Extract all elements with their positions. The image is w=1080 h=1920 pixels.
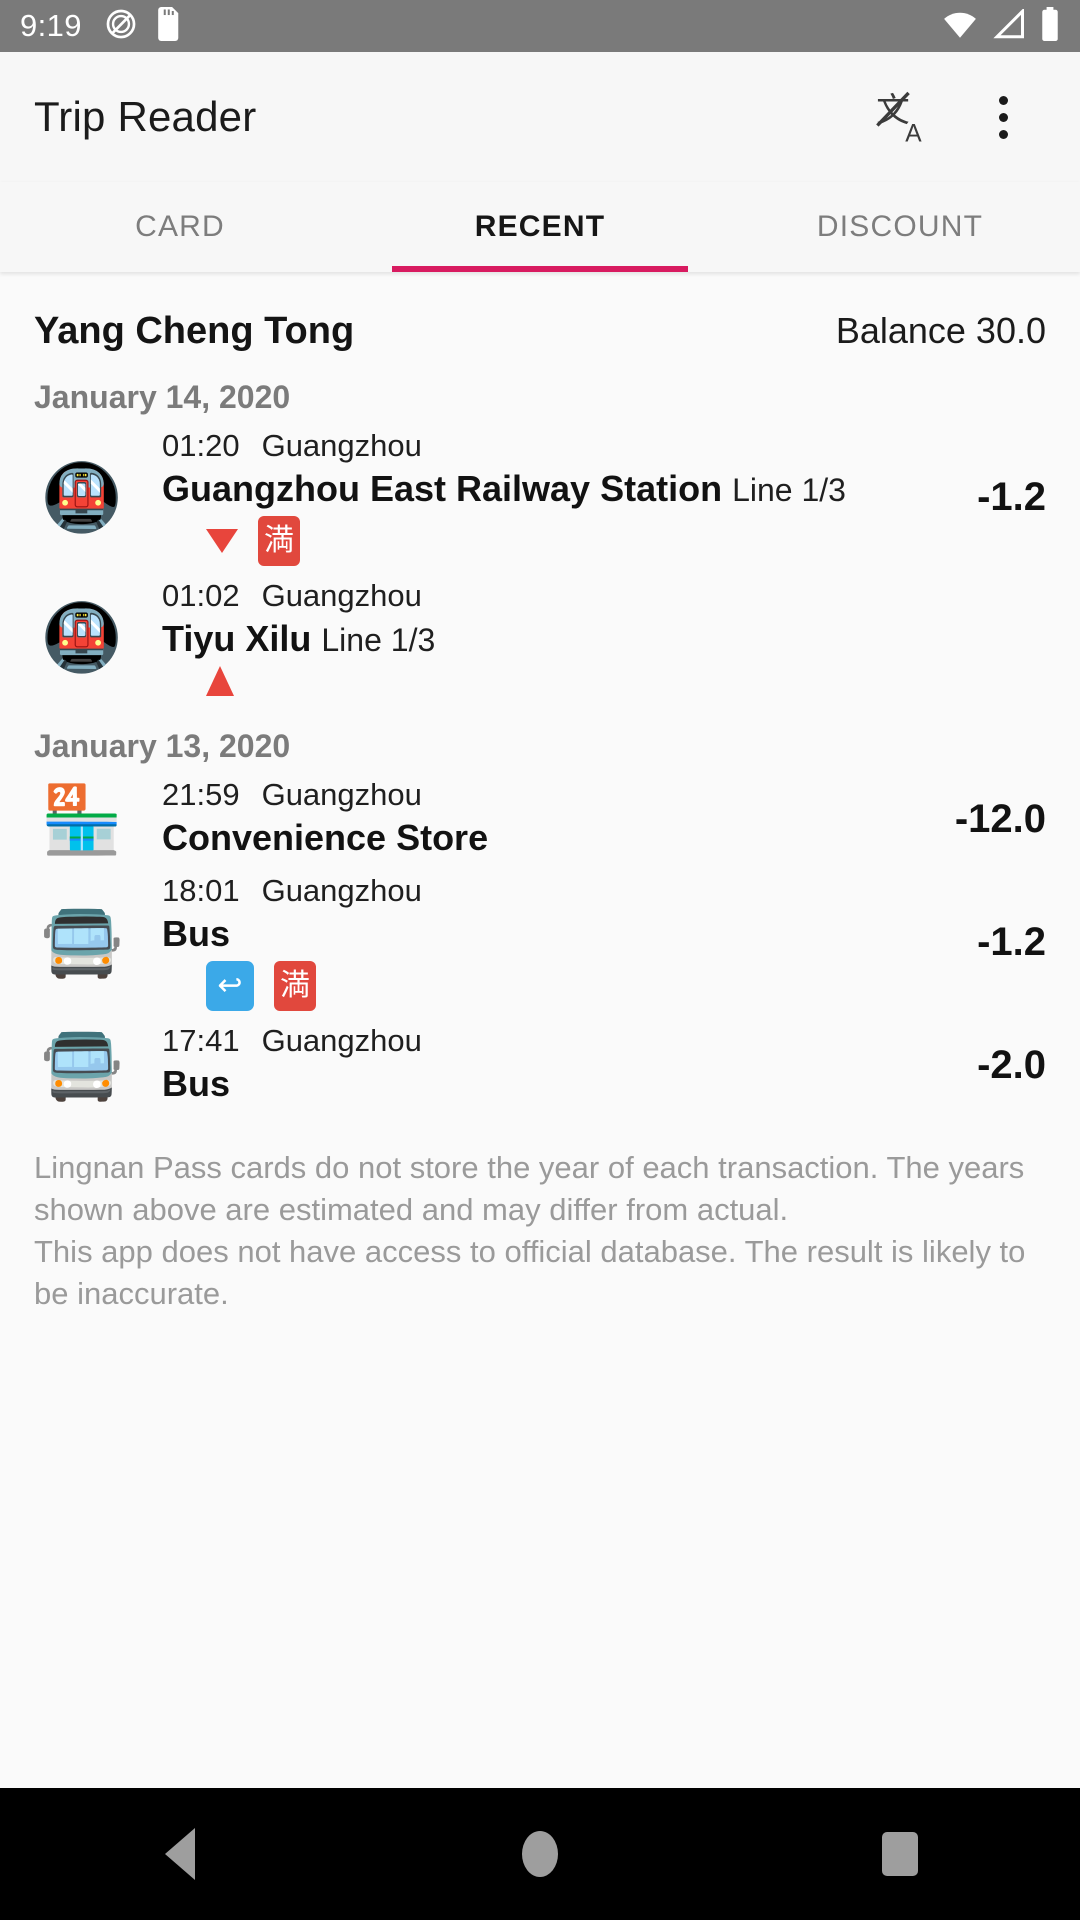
transaction-details: 17:41 Guangzhou Bus bbox=[130, 1023, 977, 1105]
transaction-amount: -2.0 bbox=[977, 1042, 1046, 1087]
transaction-badges: 満 bbox=[162, 516, 961, 566]
transaction-time: 01:20 bbox=[162, 428, 240, 463]
transaction-details: 01:20 Guangzhou Guangzhou East Railway Sta… bbox=[130, 428, 977, 566]
full-fare-badge: 満 bbox=[258, 516, 300, 566]
app-bar: Trip Reader 文 A bbox=[0, 52, 1080, 182]
transaction-amount: -1.2 bbox=[977, 474, 1046, 519]
transaction-title: Convenience Store bbox=[162, 817, 489, 858]
transaction-time-location: 01:20 Guangzhou bbox=[162, 428, 961, 464]
svg-text:A: A bbox=[905, 121, 922, 146]
transaction-name-line: Bus bbox=[162, 913, 961, 955]
transaction-details: 01:02 Guangzhou Tiyu Xilu Line 1/3 bbox=[130, 578, 1016, 696]
phone-screen: 9:19 Trip Reader A CARD RECENT DISCOUNT … bbox=[0, 0, 1080, 1920]
home-circle-icon bbox=[522, 1831, 558, 1877]
card-summary: Yang Cheng Tong Balance 30.0 bbox=[0, 272, 1080, 353]
transaction-section: January 13, 2020 🏪 21:59 Guangzhou Convenien… bbox=[0, 702, 1080, 1113]
recents-button[interactable] bbox=[825, 1788, 975, 1920]
card-balance: Balance 30.0 bbox=[835, 310, 1046, 351]
transaction-time: 21:59 bbox=[162, 777, 240, 812]
transaction-city: Guangzhou bbox=[261, 1023, 422, 1058]
wifi-icon bbox=[942, 9, 978, 44]
transaction-badges: ↩ 満 bbox=[162, 961, 961, 1011]
disclaimer-line-1: Lingnan Pass cards do not store the year… bbox=[34, 1150, 1025, 1228]
transaction-name-line: Bus bbox=[162, 1063, 961, 1105]
transaction-row[interactable]: 🚇 01:02 Guangzhou Tiyu Xilu Line 1/3 bbox=[0, 572, 1080, 702]
status-bar-system-icons bbox=[942, 6, 1060, 46]
transaction-title: Tiyu Xilu bbox=[162, 618, 312, 659]
transaction-city: Guangzhou bbox=[261, 578, 422, 613]
battery-icon bbox=[1040, 6, 1060, 46]
transaction-amount: -12.0 bbox=[954, 796, 1046, 841]
exit-arrow-icon bbox=[206, 529, 238, 553]
transaction-time-location: 18:01 Guangzhou bbox=[162, 873, 961, 909]
tab-bar: CARD RECENT DISCOUNT bbox=[0, 182, 1080, 272]
transaction-details: 18:01 Guangzhou Bus ↩ 満 bbox=[130, 873, 977, 1011]
back-button[interactable] bbox=[105, 1788, 255, 1920]
transaction-name-line: Convenience Store bbox=[162, 817, 939, 859]
android-navigation-bar bbox=[0, 1788, 1080, 1920]
app-bar-actions: 文 A bbox=[872, 86, 1046, 148]
transaction-sections: January 14, 2020 🚇 01:20 Guangzhou Guangzhou… bbox=[0, 353, 1080, 1113]
transaction-time-location: 21:59 Guangzhou bbox=[162, 777, 939, 813]
tab-recent[interactable]: RECENT bbox=[360, 182, 720, 272]
status-bar-clock: 9:19 bbox=[20, 8, 82, 43]
transaction-name-line: Tiyu Xilu Line 1/3 bbox=[162, 618, 1000, 660]
bus-icon: 🚍 bbox=[40, 905, 124, 979]
recent-transactions-list[interactable]: Yang Cheng Tong Balance 30.0 January 14,… bbox=[0, 272, 1080, 1788]
tab-card[interactable]: CARD bbox=[0, 182, 360, 272]
transaction-time-location: 17:41 Guangzhou bbox=[162, 1023, 961, 1059]
status-bar-notification-icons bbox=[104, 6, 182, 46]
transaction-amount: -1.2 bbox=[977, 919, 1046, 964]
metro-icon: 🚇 bbox=[40, 460, 124, 534]
home-button[interactable] bbox=[465, 1788, 615, 1920]
metro-icon: 🚇 bbox=[40, 600, 124, 674]
translate-icon[interactable]: 文 A bbox=[872, 86, 934, 148]
transaction-badges bbox=[162, 666, 1000, 696]
tab-discount[interactable]: DISCOUNT bbox=[720, 182, 1080, 272]
transaction-name-line: Guangzhou East Railway Station Line 1/3 bbox=[162, 468, 961, 510]
disclaimer-line-2: This app does not have access to officia… bbox=[34, 1234, 1026, 1312]
transaction-row[interactable]: 🏪 21:59 Guangzhou Convenience Store -12.0 bbox=[0, 771, 1080, 867]
no-sound-icon bbox=[104, 7, 138, 46]
date-header: January 14, 2020 bbox=[34, 379, 291, 415]
back-triangle-icon bbox=[165, 1828, 195, 1880]
page-title: Trip Reader bbox=[34, 93, 257, 140]
recents-square-icon bbox=[882, 1832, 918, 1876]
transaction-line-label: Line 1/3 bbox=[321, 622, 436, 658]
card-name: Yang Cheng Tong bbox=[34, 310, 355, 352]
transaction-time-location: 01:02 Guangzhou bbox=[162, 578, 1000, 614]
full-fare-badge: 満 bbox=[274, 961, 316, 1011]
bus-icon: 🚍 bbox=[40, 1028, 124, 1102]
transaction-title: Bus bbox=[162, 1063, 231, 1104]
overflow-dots bbox=[998, 95, 1008, 139]
transaction-time: 18:01 bbox=[162, 873, 240, 908]
transaction-city: Guangzhou bbox=[261, 777, 422, 812]
transfer-badge: ↩ bbox=[206, 961, 254, 1011]
entry-arrow-icon bbox=[206, 666, 234, 696]
cell-signal-icon bbox=[992, 7, 1026, 44]
transaction-time: 17:41 bbox=[162, 1023, 240, 1058]
transaction-title: Guangzhou East Railway Station bbox=[162, 468, 723, 509]
transaction-details: 21:59 Guangzhou Convenience Store bbox=[130, 777, 955, 859]
overflow-menu-icon[interactable] bbox=[972, 86, 1034, 148]
status-bar: 9:19 bbox=[0, 0, 1080, 52]
disclaimer-note: Lingnan Pass cards do not store the year… bbox=[0, 1113, 1080, 1316]
transaction-row[interactable]: 🚇 01:20 Guangzhou Guangzhou East Railway St… bbox=[0, 422, 1080, 572]
transaction-row[interactable]: 🚍 17:41 Guangzhou Bus -2.0 bbox=[0, 1017, 1080, 1113]
transaction-line-label: Line 1/3 bbox=[732, 472, 846, 508]
convenience-store-icon: 🏪 bbox=[40, 782, 124, 856]
sd-card-icon bbox=[156, 6, 182, 46]
transaction-time: 01:02 bbox=[162, 578, 240, 613]
transaction-row[interactable]: 🚍 18:01 Guangzhou Bus ↩ 満 -1.2 bbox=[0, 867, 1080, 1017]
transaction-city: Guangzhou bbox=[261, 873, 422, 908]
date-header: January 13, 2020 bbox=[34, 728, 291, 764]
transaction-city: Guangzhou bbox=[261, 428, 422, 463]
transaction-title: Bus bbox=[162, 913, 231, 954]
transaction-section: January 14, 2020 🚇 01:20 Guangzhou Guangzhou… bbox=[0, 353, 1080, 702]
